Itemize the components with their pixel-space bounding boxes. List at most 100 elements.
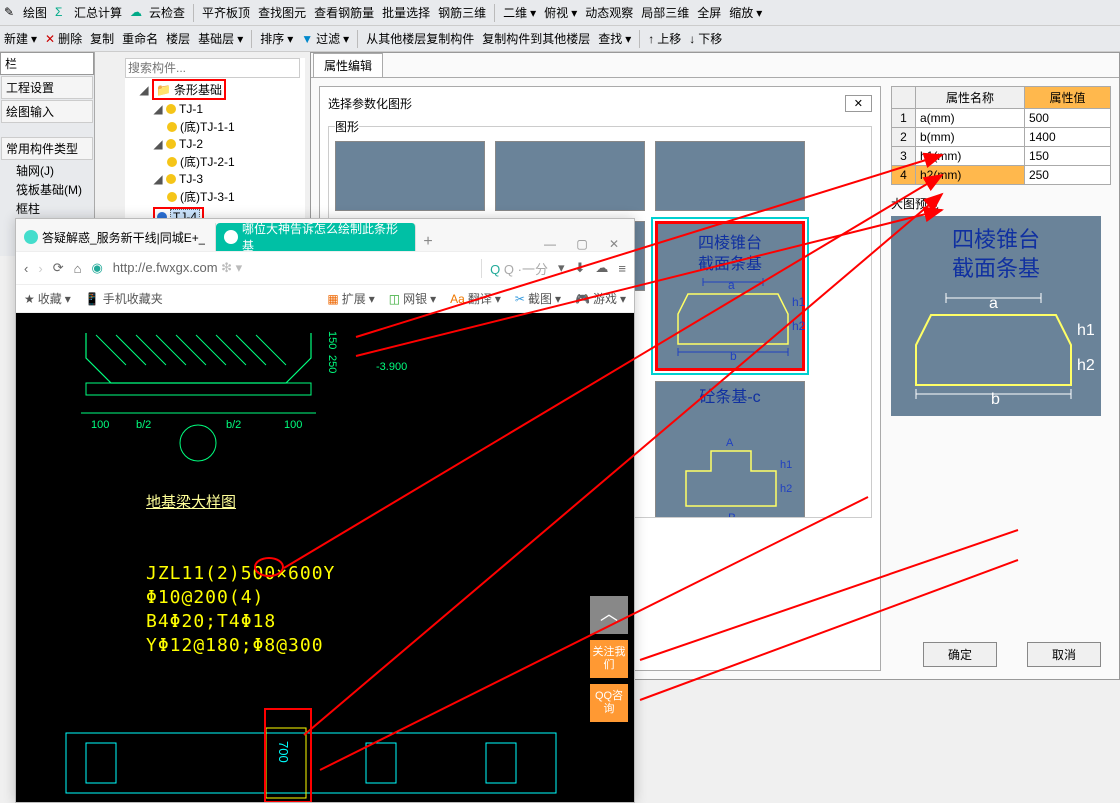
bk-fav[interactable]: ★收藏 ▾ (24, 290, 71, 307)
shape-thumb-c[interactable]: 砼条基-c A h1 h2 B (655, 381, 805, 518)
url-field[interactable]: http://e.fwxgx.com ❇ ▾ (113, 260, 471, 276)
tree-node-tj1[interactable]: ◢TJ-1 (153, 101, 305, 117)
bk-shot[interactable]: ✂截图 ▾ (515, 290, 561, 307)
node-icon (166, 104, 176, 114)
shape-thumb-selected[interactable]: 四棱锥台截面条基 a h1 h2 b (655, 221, 805, 371)
min-button[interactable]: — (536, 237, 564, 251)
tab-2[interactable]: 哪位大神告诉怎么绘制此条形基 (216, 223, 416, 251)
shield-icon[interactable]: ▾ (558, 260, 565, 276)
ext-icon[interactable]: ☁ (595, 260, 608, 276)
search-box[interactable]: Q Q ·一分 (481, 259, 548, 278)
toolbar-align[interactable]: 平齐板顶 (202, 4, 250, 21)
shape-thumb[interactable] (495, 141, 645, 211)
svg-text:h2: h2 (780, 483, 792, 495)
property-table-wrap: 属性名称属性值 1a(mm)500 2b(mm)1400 3h1(mm)150 … (891, 86, 1111, 671)
ok-button[interactable]: 确定 (923, 642, 997, 667)
dim-150: 150 (326, 331, 338, 349)
table-row: 4h2(mm)250 (892, 166, 1111, 185)
close-button[interactable]: ✕ (600, 237, 628, 251)
toolbar-find-el[interactable]: 查找图元 (258, 4, 306, 21)
shape-thumb[interactable] (335, 141, 485, 211)
menu-button[interactable]: ≡ (618, 261, 626, 276)
btn-filter[interactable]: ▼过滤 ▾ (301, 30, 349, 47)
toolbar-local-3d[interactable]: 局部三维 (641, 4, 689, 21)
tree-search-input[interactable] (125, 58, 300, 78)
qq-button[interactable]: QQ咨询 (590, 684, 628, 722)
sub-toolbar: 新建 ▾ ✕删除 复制 重命名 楼层 基础层 ▾ 排序 ▾ ▼过滤 ▾ 从其他楼… (0, 26, 1120, 52)
home-button[interactable]: ⌂ (74, 261, 82, 276)
toolbar-cloud[interactable]: ☁云检查 (130, 4, 185, 21)
sidebar-draw[interactable]: 绘图输入 (1, 100, 93, 123)
btn-copyfrom[interactable]: 从其他楼层复制构件 (366, 30, 474, 47)
btn-rename[interactable]: 重命名 (122, 30, 158, 47)
node-icon (166, 139, 176, 149)
dim-b-right: 100 (284, 419, 302, 431)
tree-node-tj3-1[interactable]: (底)TJ-3-1 (167, 187, 305, 206)
sidebar-title: 栏 (0, 52, 94, 75)
tree-node-tj2-1[interactable]: (底)TJ-2-1 (167, 152, 305, 171)
sel-baselayer[interactable]: 基础层 ▾ (198, 30, 243, 47)
dim-b2: b/2 (136, 419, 151, 431)
toolbar-orbit[interactable]: 动态观察 (585, 4, 633, 21)
tree-root[interactable]: ◢📁条形基础 (139, 78, 305, 101)
sidebar-cat-axis[interactable]: 轴网(J) (0, 161, 94, 180)
bk-mobile[interactable]: 📱手机收藏夹 (85, 290, 163, 307)
close-button[interactable]: ✕ (845, 95, 872, 112)
btn-sort[interactable]: 排序 ▾ (260, 30, 293, 47)
bk-ext[interactable]: ▦扩展 ▾ (327, 290, 374, 307)
btn-delete[interactable]: ✕删除 (45, 30, 82, 47)
toolbar-draw[interactable]: ✎绘图 (4, 4, 47, 21)
cancel-button[interactable]: 取消 (1027, 642, 1101, 667)
dim-b-left: 100 (91, 419, 109, 431)
cad-spec-1: JZL11(2)500×600Y (146, 563, 335, 584)
btn-copy[interactable]: 复制 (90, 30, 114, 47)
cad-canvas: 150 250 -3.900 100 b/2 b/2 100 700 地基梁大样… (16, 313, 634, 802)
btn-down[interactable]: ↓ 下移 (689, 30, 722, 47)
toolbar-2d[interactable]: 二维 ▾ (503, 4, 536, 21)
btn-find[interactable]: 查找 ▾ (598, 30, 631, 47)
cad-spec-4: YΦ12@180;Φ8@300 (146, 635, 324, 656)
forward-button[interactable]: › (38, 261, 42, 276)
follow-button[interactable]: 关注我们 (590, 640, 628, 678)
toolbar-batch-select[interactable]: 批量选择 (382, 4, 430, 21)
browser-window: 答疑解惑_服务新干线|同城E+_ 哪位大神告诉怎么绘制此条形基 + — ▢ ✕ … (15, 218, 635, 803)
toolbar-sum[interactable]: Σ汇总计算 (55, 4, 122, 21)
sidebar-cat-raft[interactable]: 筏板基础(M) (0, 180, 94, 199)
sidebar-cat-column[interactable]: 框柱 (0, 199, 94, 218)
bk-bank[interactable]: ◫网银 ▾ (389, 290, 436, 307)
sidebar-proj[interactable]: 工程设置 (1, 76, 93, 99)
svg-text:A: A (726, 437, 734, 449)
toolbar-fullscreen[interactable]: 全屏 (697, 4, 721, 21)
tab-1[interactable]: 答疑解惑_服务新干线|同城E+_ (16, 223, 216, 251)
max-button[interactable]: ▢ (568, 237, 596, 251)
toolbar-rebar-3d[interactable]: 钢筋三维 (438, 4, 486, 21)
svg-text:h1: h1 (780, 459, 792, 471)
shape-thumb[interactable] (655, 141, 805, 211)
dim-250: 250 (326, 355, 338, 373)
new-tab-button[interactable]: + (416, 233, 440, 251)
toolbar-rebar-qty[interactable]: 查看钢筋量 (314, 4, 374, 21)
tree-node-tj2[interactable]: ◢TJ-2 (153, 136, 305, 152)
svg-text:h1: h1 (792, 295, 806, 309)
cloud-icon: ☁ (130, 5, 146, 21)
download-icon[interactable]: ⬇ (575, 260, 586, 276)
editor-tab[interactable]: 属性编辑 (313, 53, 383, 77)
bk-game[interactable]: 🎮游戏 ▾ (575, 290, 626, 307)
toolbar-zoom[interactable]: 缩放 ▾ (729, 4, 762, 21)
sigma-icon: Σ (55, 5, 71, 21)
param-title: 选择参数化图形 (328, 95, 412, 112)
scroll-top-button[interactable]: ︿ (590, 596, 628, 634)
table-row: 1a(mm)500 (892, 109, 1111, 128)
btn-new[interactable]: 新建 ▾ (4, 30, 37, 47)
toolbar-top-view[interactable]: 俯视 ▾ (544, 4, 577, 21)
favicon-icon (24, 230, 38, 244)
tree-node-tj3[interactable]: ◢TJ-3 (153, 171, 305, 187)
back-button[interactable]: ‹ (24, 261, 28, 276)
reload-button[interactable]: ⟳ (53, 260, 64, 276)
bk-trans[interactable]: Aа翻译 ▾ (450, 290, 501, 307)
tree-node-tj1-1[interactable]: (底)TJ-1-1 (167, 117, 305, 136)
btn-copyto[interactable]: 复制构件到其他楼层 (482, 30, 590, 47)
sel-floor[interactable]: 楼层 (166, 30, 190, 47)
draw-icon: ✎ (4, 5, 20, 21)
btn-up[interactable]: ↑ 上移 (648, 30, 681, 47)
